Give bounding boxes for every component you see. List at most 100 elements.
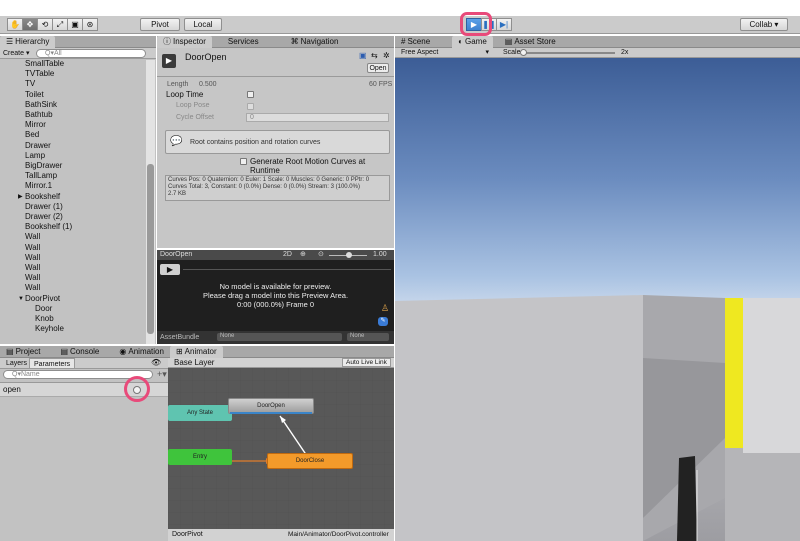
hierarchy-item[interactable]: Drawer — [25, 141, 51, 151]
hierarchy-scrollbar[interactable] — [146, 60, 155, 344]
any-state-node[interactable]: Any State — [168, 405, 232, 421]
hierarchy-item[interactable]: Keyhole — [35, 324, 64, 334]
hierarchy-search[interactable]: Q▾All — [36, 49, 146, 58]
tab-navigation[interactable]: ⌘ Navigation — [285, 36, 345, 48]
move-icon[interactable]: ✥ — [22, 18, 38, 31]
tab-inspector[interactable]: ⓘ Inspector — [157, 36, 212, 48]
tab-parameters[interactable]: Parameters — [29, 358, 76, 369]
step-icon[interactable]: ▶| — [496, 18, 512, 31]
entry-node[interactable]: Entry — [168, 449, 232, 465]
aspect-dropdown[interactable]: Free Aspect ▾ — [397, 48, 493, 57]
open-button[interactable]: Open — [367, 63, 389, 73]
footer-controller-path: Main/Animator/DoorPivot.controller — [288, 531, 389, 538]
tab-layers[interactable]: Layers — [2, 358, 31, 369]
pivot-label: Pivot — [151, 20, 169, 29]
hierarchy-item[interactable]: TV — [25, 79, 35, 89]
tab-project[interactable]: ▤ Project — [0, 346, 46, 358]
hierarchy-item[interactable]: Knob — [35, 314, 54, 324]
transform-icon[interactable]: ⊛ — [82, 18, 98, 31]
animator-graph[interactable]: Base Layer Auto Live Link Any State Door… — [168, 358, 394, 541]
expand-arrow-icon[interactable]: ▶ — [18, 192, 23, 202]
hierarchy-item[interactable]: Door — [35, 304, 52, 314]
collab-button[interactable]: Collab ▾ — [740, 18, 788, 31]
door-close-node[interactable]: DoorClose — [267, 453, 353, 469]
tab-console[interactable]: ▤ Console — [54, 346, 105, 358]
hand-icon[interactable]: ✋ — [7, 18, 23, 31]
hierarchy-item[interactable]: Wall — [25, 263, 40, 273]
asset-variant-dropdown[interactable]: None — [347, 333, 389, 341]
hierarchy-item[interactable]: Bookshelf (1) — [25, 222, 72, 232]
hierarchy-item[interactable]: Bed — [25, 130, 39, 140]
tab-asset-store[interactable]: ▤ Asset Store — [499, 36, 562, 48]
hierarchy-item[interactable]: BigDrawer — [25, 161, 62, 171]
rotate-icon[interactable]: ⟲ — [37, 18, 53, 31]
help-icon[interactable]: ▣ — [359, 51, 367, 60]
preview-msg-1: No model is available for preview. — [219, 282, 332, 291]
hierarchy-item[interactable]: TallLamp — [25, 171, 57, 181]
hierarchy-item[interactable]: Mirror — [25, 120, 46, 130]
bottom-tabbar: ▤ Project ▤ Console ◉ Animation ⊞ Animator — [0, 346, 394, 358]
eye-icon[interactable]: 👁 — [151, 358, 161, 367]
rect-icon[interactable]: ▣ — [67, 18, 83, 31]
collapse-arrow-icon[interactable]: ▼ — [18, 294, 24, 304]
hierarchy-item[interactable]: Mirror.1 — [25, 181, 52, 191]
preview-2d-toggle[interactable]: 2D — [283, 251, 292, 258]
add-param-icon[interactable]: +▾ — [157, 369, 167, 380]
loop-pose-checkbox[interactable] — [247, 103, 254, 110]
hierarchy-item[interactable]: Wall — [25, 253, 40, 263]
auto-live-link-button[interactable]: Auto Live Link — [342, 358, 391, 367]
speed-slider-thumb[interactable] — [346, 252, 352, 258]
scale-icon[interactable]: ⤢ — [52, 18, 68, 31]
loop-pose-label: Loop Pose — [176, 102, 210, 109]
hierarchy-scroll-thumb[interactable] — [147, 164, 154, 334]
animator-params-panel: Layers Parameters 👁 Q▾Name +▾ open — [0, 358, 168, 541]
preview-play-button[interactable]: ▶ — [160, 264, 180, 275]
door-open-progress — [230, 412, 312, 414]
hierarchy-item[interactable]: Drawer (1) — [25, 202, 63, 212]
hierarchy-item[interactable]: Wall — [25, 243, 40, 253]
tab-services[interactable]: Services — [222, 36, 265, 48]
hierarchy-item[interactable]: Wall — [25, 273, 40, 283]
hierarchy-item[interactable]: Wall — [25, 232, 40, 242]
dropdown-arrow-icon: ▾ — [485, 49, 489, 56]
asset-bundle-dropdown[interactable]: None — [217, 333, 342, 341]
hierarchy-item[interactable]: Wall — [25, 283, 40, 293]
hierarchy-item[interactable]: BathSink — [25, 100, 57, 110]
preset-icon[interactable]: ⇆ — [371, 51, 378, 60]
hierarchy-item[interactable]: Drawer (2) — [25, 212, 63, 222]
create-button[interactable]: Create ▾ — [3, 49, 29, 57]
tab-animation[interactable]: ◉ Animation — [113, 346, 170, 358]
loop-time-checkbox[interactable] — [247, 91, 254, 98]
pivot-icon[interactable]: ⊕ — [300, 250, 306, 258]
animation-clip-icon: ▶ — [162, 54, 176, 68]
scale-slider-thumb[interactable] — [520, 49, 527, 56]
graph-header: Base Layer Auto Live Link — [168, 358, 394, 368]
inspector-title: DoorOpen — [185, 52, 227, 62]
cycle-offset-field[interactable]: 0 — [246, 113, 389, 122]
hierarchy-item[interactable]: DoorPivot — [25, 294, 60, 304]
scale-label: Scale — [503, 49, 521, 56]
hierarchy-item[interactable]: SmallTable — [25, 59, 64, 69]
scale-slider-track[interactable] — [523, 52, 615, 54]
hierarchy-item[interactable]: Lamp — [25, 151, 45, 161]
hierarchy-item[interactable]: Toilet — [25, 90, 44, 100]
info-text: Root contains position and rotation curv… — [190, 139, 321, 146]
preview-timeline[interactable] — [183, 269, 391, 270]
info-box: 💬 Root contains position and rotation cu… — [165, 130, 390, 154]
generate-root-checkbox[interactable] — [240, 158, 247, 165]
tab-scene[interactable]: # Scene — [395, 36, 436, 48]
game-toolbar: Free Aspect ▾ Scale 2x — [395, 48, 800, 58]
tab-game[interactable]: ◐ Game — [452, 36, 493, 48]
hierarchy-item[interactable]: TVTable — [25, 69, 54, 79]
gear-icon[interactable]: ✲ — [383, 51, 390, 60]
game-view[interactable] — [395, 58, 800, 541]
pivot-button[interactable]: Pivot — [140, 18, 180, 31]
local-button[interactable]: Local — [184, 18, 222, 31]
hierarchy-item[interactable]: Bathtub — [25, 110, 53, 120]
tab-hierarchy[interactable]: ☰ Hierarchy — [0, 36, 56, 48]
tag-icon[interactable]: ✎ — [378, 317, 388, 326]
base-layer-breadcrumb[interactable]: Base Layer — [174, 358, 214, 367]
avatar-icon[interactable]: ♙ — [381, 303, 389, 314]
hierarchy-item[interactable]: Bookshelf — [25, 192, 60, 202]
tab-animator[interactable]: ⊞ Animator — [169, 346, 223, 358]
